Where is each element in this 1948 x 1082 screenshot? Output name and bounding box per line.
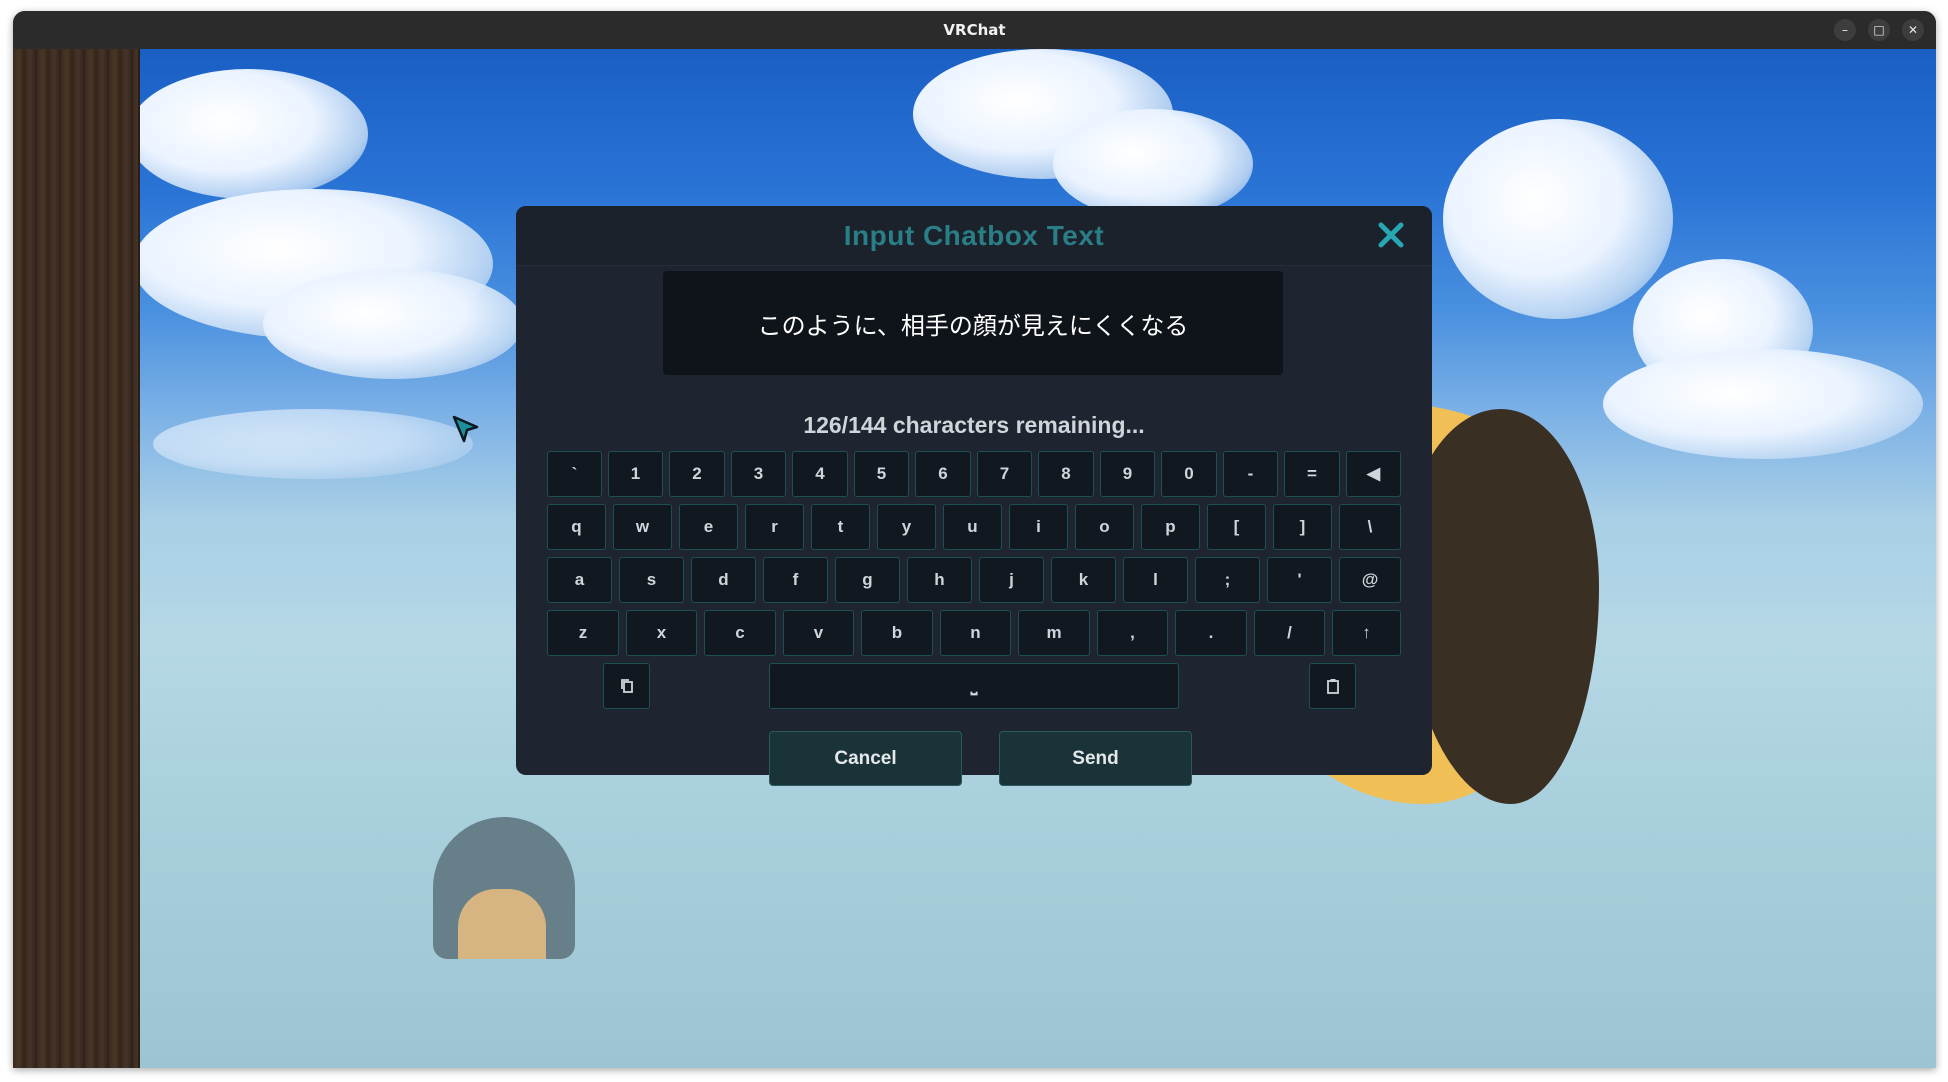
key[interactable]: 5 [854, 451, 909, 497]
key[interactable]: f [763, 557, 828, 603]
tree-trunk [13, 49, 140, 1068]
key[interactable]: z [547, 610, 619, 656]
key[interactable]: g [835, 557, 900, 603]
dialog-title: Input Chatbox Text [843, 219, 1105, 251]
keyboard-row-3: a s d f g h j k l ; ' @ [516, 557, 1432, 603]
paste-button[interactable] [1309, 663, 1356, 709]
backspace-key[interactable]: ◀ [1346, 451, 1401, 497]
copy-button[interactable] [603, 663, 650, 709]
key[interactable]: w [613, 504, 672, 550]
key[interactable]: s [619, 557, 684, 603]
key[interactable]: 0 [1161, 451, 1217, 497]
key[interactable]: / [1254, 610, 1325, 656]
key[interactable]: 9 [1100, 451, 1155, 497]
characters-remaining: 126/144 characters remaining... [803, 412, 1145, 438]
key[interactable]: b [861, 610, 933, 656]
key[interactable]: p [1141, 504, 1200, 550]
key[interactable]: l [1123, 557, 1188, 603]
key[interactable]: o [1075, 504, 1134, 550]
key[interactable]: 8 [1038, 451, 1094, 497]
minimize-button[interactable]: – [1834, 19, 1856, 41]
key[interactable]: x [626, 610, 697, 656]
key[interactable]: n [940, 610, 1011, 656]
key[interactable]: h [907, 557, 972, 603]
key[interactable]: v [783, 610, 854, 656]
title-bar: VRChat – □ ✕ [13, 11, 1936, 49]
key[interactable]: j [979, 557, 1044, 603]
key[interactable]: u [943, 504, 1002, 550]
window-controls: – □ ✕ [1834, 19, 1924, 41]
keyboard-row-2: q w e r t y u i o p [ ] \ [516, 504, 1432, 550]
maximize-button[interactable]: □ [1868, 19, 1890, 41]
key[interactable]: \ [1339, 504, 1401, 550]
keyboard-row-5: ⎵ [516, 663, 1432, 709]
cloud [263, 269, 523, 379]
copy-icon [620, 679, 633, 693]
key[interactable]: @ [1339, 557, 1401, 603]
cloud [1053, 109, 1253, 219]
cloud [1443, 119, 1673, 319]
key[interactable]: 1 [608, 451, 663, 497]
key[interactable]: 2 [669, 451, 725, 497]
key[interactable]: 6 [915, 451, 971, 497]
dialog-header: Input Chatbox Text [516, 206, 1432, 266]
key[interactable]: q [547, 504, 606, 550]
send-button[interactable]: Send [999, 731, 1192, 786]
key[interactable]: e [679, 504, 738, 550]
key[interactable]: ; [1195, 557, 1260, 603]
dialog-actions: Cancel Send [516, 731, 1432, 786]
key[interactable]: = [1284, 451, 1340, 497]
key[interactable]: ] [1273, 504, 1332, 550]
keyboard-row-4: z x c v b n m , . / ↑ [516, 610, 1432, 656]
key[interactable]: r [745, 504, 804, 550]
space-key[interactable]: ⎵ [769, 663, 1179, 709]
key[interactable]: 4 [792, 451, 848, 497]
key[interactable]: - [1223, 451, 1278, 497]
keyboard-row-1: ` 1 2 3 4 5 6 7 8 9 0 - = ◀ [516, 451, 1432, 497]
key[interactable]: [ [1207, 504, 1266, 550]
key[interactable]: . [1175, 610, 1247, 656]
key[interactable]: ' [1267, 557, 1332, 603]
clipboard-icon [1326, 679, 1339, 694]
key[interactable]: c [704, 610, 776, 656]
key[interactable]: y [877, 504, 936, 550]
key[interactable]: t [811, 504, 870, 550]
key[interactable]: a [547, 557, 612, 603]
avatar-face-left [458, 889, 546, 959]
key[interactable]: , [1097, 610, 1168, 656]
key[interactable]: k [1051, 557, 1116, 603]
cloud [153, 409, 473, 479]
cloud [128, 69, 368, 199]
vrchat-window: VRChat – □ ✕ Input Chatbox Text このように、相手… [13, 11, 1936, 1068]
window-title: VRChat [943, 21, 1006, 39]
key[interactable]: d [691, 557, 756, 603]
close-window-button[interactable]: ✕ [1902, 19, 1924, 41]
cancel-button[interactable]: Cancel [769, 731, 962, 786]
pointer-cursor-icon [452, 415, 479, 443]
key[interactable]: i [1009, 504, 1068, 550]
cloud [1603, 349, 1923, 459]
key[interactable]: m [1018, 610, 1090, 656]
chatbox-text-field[interactable]: このように、相手の顔が見えにくくなる [663, 271, 1283, 375]
key[interactable]: 7 [977, 451, 1032, 497]
chatbox-input-dialog: Input Chatbox Text このように、相手の顔が見えにくくなる 12… [516, 206, 1432, 786]
key[interactable]: 3 [731, 451, 786, 497]
key[interactable]: ` [547, 451, 602, 497]
close-icon[interactable] [1376, 220, 1406, 250]
shift-key[interactable]: ↑ [1332, 610, 1401, 656]
